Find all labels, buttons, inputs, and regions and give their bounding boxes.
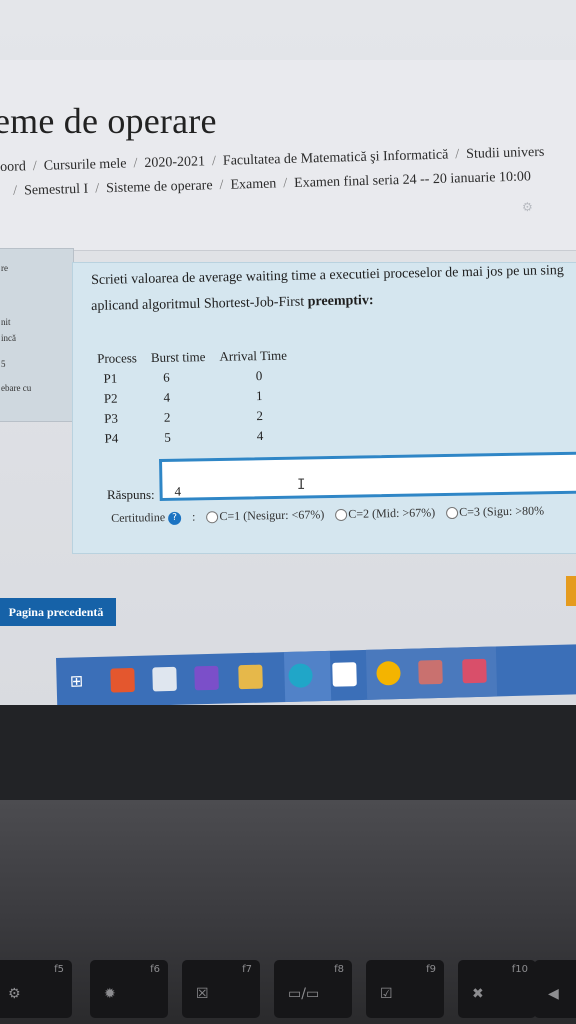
certainty-radio-2[interactable] — [335, 509, 348, 522]
column-header: Process — [97, 350, 138, 366]
office-icon[interactable] — [110, 667, 135, 693]
breadcrumb-item[interactable]: 2020-2021 — [144, 154, 205, 171]
info-text: re — [1, 263, 8, 273]
certainty-row: Certitudine ? : C=1 (Nesigur: <67%) C=2 … — [111, 503, 545, 525]
taskbar: ⊞ — [56, 644, 576, 708]
certainty-option-label: C=2 (Mid: >67%) — [348, 505, 436, 521]
visual-studio-icon[interactable] — [194, 665, 219, 691]
question-text-2: aplicand algoritmul Shortest-Job-First p… — [91, 293, 374, 314]
key-f9[interactable]: f9 ☑ — [366, 960, 444, 1018]
certainty-option-label: C=1 (Nesigur: <67%) — [219, 507, 325, 524]
info-text: 5 — [1, 359, 6, 369]
text-cursor-icon: I — [297, 477, 306, 493]
task-view-icon[interactable]: ⊞ — [64, 669, 89, 694]
key-f7[interactable]: f7 ☒ — [182, 960, 260, 1018]
file-explorer-icon[interactable] — [238, 664, 263, 690]
breadcrumb-item[interactable]: Examen — [230, 176, 276, 192]
table-row: P4 5 4 — [104, 428, 264, 446]
next-page-button[interactable] — [566, 576, 576, 606]
column-header: Arrival Time — [219, 347, 288, 364]
info-text: incă — [1, 333, 16, 343]
question-box: Scrieti valoarea de average waiting time… — [72, 262, 576, 554]
breadcrumb-item[interactable]: Studii univers — [466, 145, 545, 162]
answer-input[interactable]: 4 — [159, 451, 576, 501]
key-f10[interactable]: f10 ✖ — [458, 960, 536, 1018]
previous-page-button[interactable]: Pagina precedentă — [0, 598, 116, 626]
gear-icon[interactable]: ⚙ — [522, 200, 533, 215]
breadcrumb-item[interactable]: Sisteme de operare — [106, 178, 213, 196]
quiz-info-panel: re nit incă 5 ebare cu — [0, 248, 74, 422]
answer-label: Răspuns: — [107, 487, 155, 502]
app-icon[interactable] — [418, 659, 443, 685]
flag-question-link[interactable]: ebare cu — [1, 383, 31, 393]
info-text: nit — [1, 317, 11, 327]
store-icon[interactable] — [152, 666, 177, 692]
key-f5[interactable]: f5 ⚙ — [0, 960, 72, 1018]
app-window-icon[interactable] — [332, 662, 357, 687]
winrar-icon[interactable] — [462, 658, 487, 684]
certainty-label: Certitudine — [111, 510, 166, 525]
emphasis-text: preemptiv: — [307, 293, 374, 310]
column-header: Burst time — [150, 349, 206, 365]
process-table: Process Burst time Arrival Time P1 6 0 P… — [93, 345, 299, 449]
help-icon[interactable]: ? — [168, 511, 182, 525]
screen-bezel — [0, 705, 576, 805]
certainty-option-label: C=3 (Sigu: >80% — [459, 503, 545, 519]
page-title: eme de operare — [0, 101, 217, 141]
question-text: Scrieti valoarea de average waiting time… — [91, 263, 564, 288]
certainty-radio-3[interactable] — [446, 507, 459, 520]
key-f6[interactable]: f6 ✹ — [90, 960, 168, 1018]
breadcrumb-item[interactable]: Semestrul I — [24, 182, 89, 199]
breadcrumb-item[interactable]: oord — [0, 159, 26, 175]
key-volume[interactable]: ◀ — [534, 960, 576, 1018]
breadcrumb-item[interactable]: Cursurile mele — [44, 156, 127, 173]
key-f8[interactable]: f8 ▭/▭ — [274, 960, 352, 1018]
certainty-radio-1[interactable] — [206, 511, 219, 524]
laptop-screen: eme de operare oord / Cursurile mele/2020-… — [0, 0, 576, 712]
